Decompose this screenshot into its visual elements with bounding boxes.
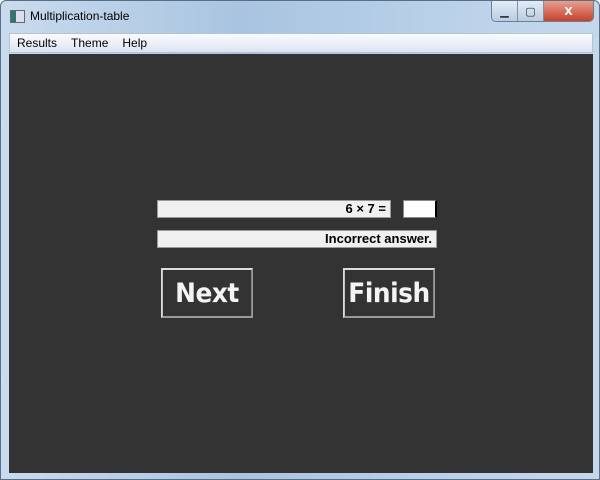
minimize-button[interactable]: ▁ [492,1,518,21]
window-controls: ▁ ▢ X [491,1,594,22]
finish-button[interactable]: Finish [343,268,435,318]
quiz-panel: 6 × 7 = Incorrect answer. Next Finish [9,54,593,473]
menu-bar: Results Theme Help [9,33,593,53]
app-window: Multiplication-table ▁ ▢ X Results Theme… [0,0,600,480]
close-button[interactable]: X [544,1,593,21]
answer-input[interactable] [403,200,437,218]
next-button[interactable]: Next [161,268,253,318]
feedback-message: Incorrect answer. [157,230,437,248]
problem-label: 6 × 7 = [157,200,391,218]
app-icon [10,10,25,23]
window-title: Multiplication-table [30,9,130,23]
menu-theme[interactable]: Theme [64,36,115,50]
maximize-button[interactable]: ▢ [518,1,544,21]
menu-results[interactable]: Results [10,36,64,50]
menu-help[interactable]: Help [115,36,154,50]
